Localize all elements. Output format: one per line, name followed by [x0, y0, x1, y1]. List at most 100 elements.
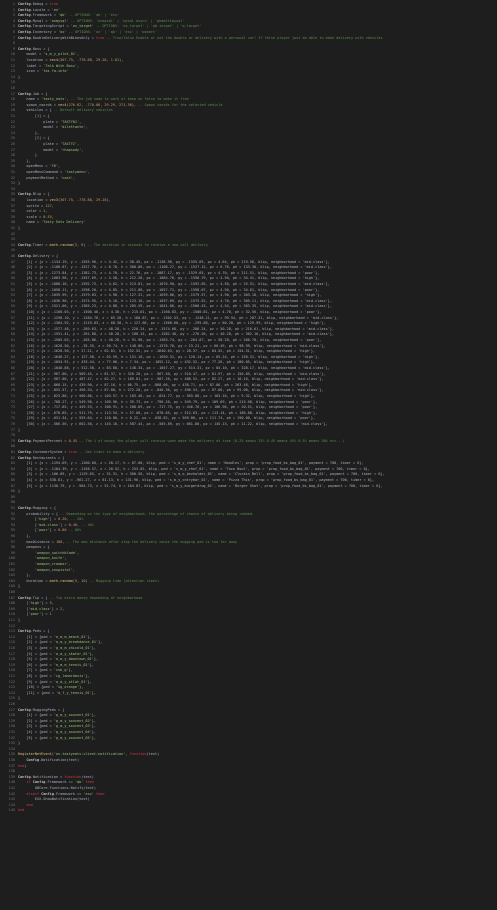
code-text: ['poor'] = 1: [18, 612, 51, 618]
code-token: Config: [18, 595, 31, 600]
code-token: ] =: [51, 606, 61, 611]
code-token: ,: [58, 164, 61, 169]
code-token: [22] = {x = -987.00, y = 487.47, z = 82.…: [18, 377, 324, 382]
code-token: ] =: [41, 612, 50, 617]
code-token: 'Tasty Eats Delivery': [41, 220, 86, 225]
code-token: [5] = {ped =: [18, 735, 54, 740]
code-token: model =: [18, 147, 61, 152]
code-text: }: [18, 618, 20, 624]
code-token: .DoubleDeliveryWithBikesOnly =: [30, 35, 96, 40]
code-token: [4] = {x = -1083.98, y = -1557.69, z = 4…: [18, 276, 320, 281]
code-text: }: [18, 428, 20, 434]
code-text: Config.Notification(text): [18, 758, 79, 764]
code-token: [21] = {x = -967.00, y = 509.45, z = 81.…: [18, 371, 326, 376]
code-token: [10] = {x = -1160.03, y = -1500.46, z = …: [18, 310, 322, 314]
code-token: ,: [77, 550, 80, 555]
code-token: .Timer =: [30, 242, 50, 247]
code-token: Config: [18, 506, 31, 510]
code-token: 's_m_y_pilot_01': [43, 52, 78, 57]
code-token: Config: [18, 450, 31, 454]
code-token: (text): [146, 752, 160, 757]
code-token: 'en': [51, 7, 61, 12]
code-token: [2] = {x = -1184.39, y = -1158.57, z = 2…: [18, 466, 370, 471]
code-token: -- 20%: [68, 517, 84, 522]
code-token: 'a_m_y_skater_01': [53, 651, 90, 656]
code-token: }: [18, 584, 21, 589]
code-token: [27] = {x = -717.85, y = 449.53, z = 106…: [18, 405, 318, 410]
code-token: [: [18, 601, 29, 606]
code-token: }: [18, 153, 37, 158]
code-token: [5] = {x = -1088.16, y = -1592.73, z = 4…: [18, 282, 330, 286]
code-token: .Peds = {: [30, 629, 50, 634]
code-text: Config.DoubleDeliveryWithBikesOnly = tru…: [18, 36, 383, 42]
code-token: Config: [18, 24, 31, 29]
code-token: icon =: [18, 69, 42, 74]
code-token: plate =: [18, 142, 61, 146]
code-token: -- The max distance after stop the deliv…: [64, 539, 238, 544]
code-token: [6] = {ped =: [18, 662, 54, 667]
code-token: 'fas fa-info': [41, 69, 69, 74]
code-token: then: [85, 780, 94, 785]
code-text: end: [18, 808, 24, 814]
code-token: .PaymentPercent =: [30, 438, 69, 443]
code-token: 'a_m_y_stlat_01': [53, 679, 88, 684]
code-token: },: [91, 730, 96, 734]
code-token: (text): [81, 774, 94, 779]
code-token: function: [64, 774, 82, 779]
code-token: ,: [64, 556, 67, 561]
code-token: ): [24, 763, 27, 768]
code-token: end: [18, 808, 25, 813]
code-token: ,: [51, 601, 54, 606]
code-token: -- True/false Enable or not the double o…: [104, 35, 383, 40]
code-token: openMenuCommand =: [18, 170, 65, 174]
code-token: },: [91, 713, 96, 718]
code-token: 'weapon_knife': [34, 556, 65, 561]
code-token: [20] = {x = -1048.88, y = 512.58, z = 83…: [18, 366, 330, 370]
code-token: 'oxmysql': [49, 18, 69, 23]
code-token: }: [18, 696, 21, 701]
code-token: 'TASTY01': [60, 119, 80, 124]
code-token: elseif: [26, 791, 40, 796]
code-token: [15] = {x = -1585.03, y = -265.86, z = 4…: [18, 338, 322, 342]
code-token: .Inventory =: [30, 30, 59, 34]
code-editor[interactable]: 1 Config.Debug = true 2 Config.Locale = 'en…: [0, 0, 497, 910]
code-token: .Boss = {: [30, 46, 50, 51]
code-token: ,: [72, 567, 75, 572]
code-token: 'ig_lamardavis': [53, 674, 86, 678]
code-text: }: [18, 181, 20, 187]
code-text: [5] = {x = 1138.79, y = -984.73, z = 51.…: [18, 484, 382, 490]
code-token: [7] = {ped =: [18, 668, 54, 673]
code-token: Config: [18, 192, 31, 197]
code-token: [23] = {x = -868.15, y = 439.90, z = 87.…: [18, 382, 314, 387]
code-token: Config: [18, 254, 31, 258]
code-token: [1] = {x = -1134.19, y = -1555.96, z = 4…: [18, 259, 330, 264]
code-token: 276.62, -770.06, 29.29, 271.56: [68, 102, 132, 107]
code-token: -- OPTIONS: 'ox_target' | 'qb-target' | …: [93, 24, 202, 29]
code-token: [9] = {x = -1521.06, y = -1385.23, z = 4…: [18, 304, 332, 309]
code-token: Config: [18, 774, 31, 779]
code-token: ] = {: [39, 136, 50, 141]
code-token: },: [91, 646, 96, 650]
code-text: }: [18, 696, 20, 702]
code-token: -- Use timer to make a delivery: [77, 450, 145, 454]
code-token: Config: [18, 629, 31, 634]
code-token: .Mysql =: [30, 18, 50, 23]
code-token: },: [18, 534, 31, 538]
code-text: [30] = {x = -566.56, y = 662.50, z = 145…: [18, 422, 327, 428]
code-token: 'tasty_eats': [41, 97, 67, 102]
code-token: ,: [51, 214, 54, 219]
code-token: [1] = {ped =: [18, 713, 54, 718]
code-token: [17] = {x = -1628.50, y = 27.21, z = 62.…: [18, 349, 316, 354]
code-token: }: [18, 489, 21, 494]
code-token: location =: [18, 198, 50, 202]
code-token: -- 80%: [66, 528, 82, 533]
code-token: math.random: [49, 242, 73, 247]
code-token: [3] = {ped =: [18, 646, 54, 650]
code-token: },: [18, 130, 40, 135]
code-token: [: [18, 114, 37, 118]
code-token: 'weapon_switchblade': [34, 550, 78, 555]
code-token: },: [18, 573, 31, 578]
code-token: [11] = {ped =: [18, 690, 56, 695]
